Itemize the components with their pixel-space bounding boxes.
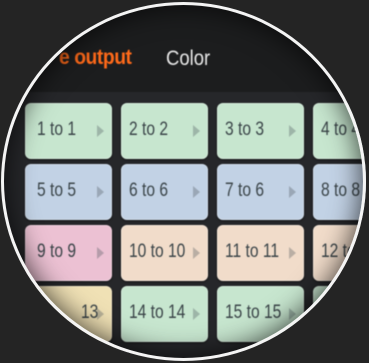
route-cell-6[interactable]: 6 to 6 bbox=[121, 164, 208, 220]
tab-output[interactable]: e output bbox=[59, 46, 132, 70]
route-cell-10[interactable]: 10 to 10 bbox=[121, 225, 208, 281]
route-cell-14[interactable]: 14 to 14 bbox=[121, 286, 208, 342]
route-label: 5 to 5 bbox=[37, 180, 76, 201]
chevron-right-icon bbox=[193, 125, 200, 137]
route-cell-1[interactable]: 1 to 1 bbox=[25, 103, 112, 159]
route-cell-5[interactable]: 5 to 5 bbox=[25, 164, 112, 220]
route-cell-9[interactable]: 9 to 9 bbox=[25, 225, 112, 281]
route-label: 15 to 15 bbox=[225, 302, 282, 323]
route-cell-2[interactable]: 2 to 2 bbox=[121, 103, 208, 159]
chevron-right-icon bbox=[289, 186, 296, 198]
chevron-right-icon bbox=[97, 247, 104, 259]
route-label: 6 to 6 bbox=[129, 180, 168, 201]
route-cell-13[interactable]: 13 bbox=[25, 286, 112, 342]
chevron-right-icon bbox=[289, 247, 296, 259]
route-cell-4[interactable]: 4 to 4 bbox=[313, 103, 366, 159]
route-label: 7 to 6 bbox=[225, 180, 264, 201]
route-label: 11 to 11 bbox=[225, 241, 280, 262]
route-cell-11[interactable]: 11 to 11 bbox=[217, 225, 304, 281]
tab-color[interactable]: Color bbox=[166, 47, 210, 71]
route-label: 12 to 12 bbox=[321, 241, 366, 262]
route-label: 1 to 1 bbox=[37, 119, 76, 140]
route-cell-15[interactable]: 15 to 15 bbox=[217, 286, 304, 342]
route-label: 14 to 14 bbox=[129, 302, 186, 323]
chevron-right-icon bbox=[193, 308, 200, 320]
route-label: 8 to 8 bbox=[321, 180, 360, 201]
chevron-right-icon bbox=[289, 125, 296, 137]
route-cell-8[interactable]: 8 to 8 bbox=[313, 164, 366, 220]
chevron-right-icon bbox=[193, 186, 200, 198]
zoomed-content: e output Color 1 to 1 2 to 2 3 to 3 4 to… bbox=[1, 2, 366, 361]
magnifier-lens: e output Color 1 to 1 2 to 2 3 to 3 4 to… bbox=[1, 2, 366, 361]
route-cell-7[interactable]: 7 to 6 bbox=[217, 164, 304, 220]
chevron-right-icon bbox=[97, 125, 104, 137]
route-label: 13 bbox=[81, 302, 99, 323]
chevron-right-icon bbox=[97, 186, 104, 198]
route-cell-12[interactable]: 12 to 12 bbox=[313, 225, 366, 281]
route-cell-16[interactable] bbox=[313, 286, 366, 342]
route-label: 4 to 4 bbox=[321, 119, 360, 140]
chevron-right-icon bbox=[289, 308, 296, 320]
route-label: 9 to 9 bbox=[37, 241, 76, 262]
tab-bar: e output Color bbox=[1, 2, 366, 92]
chevron-right-icon bbox=[193, 247, 200, 259]
chevron-right-icon bbox=[97, 308, 104, 320]
route-label: 2 to 2 bbox=[129, 119, 168, 140]
route-label: 3 to 3 bbox=[225, 119, 264, 140]
route-label: 10 to 10 bbox=[129, 241, 186, 262]
route-cell-3[interactable]: 3 to 3 bbox=[217, 103, 304, 159]
